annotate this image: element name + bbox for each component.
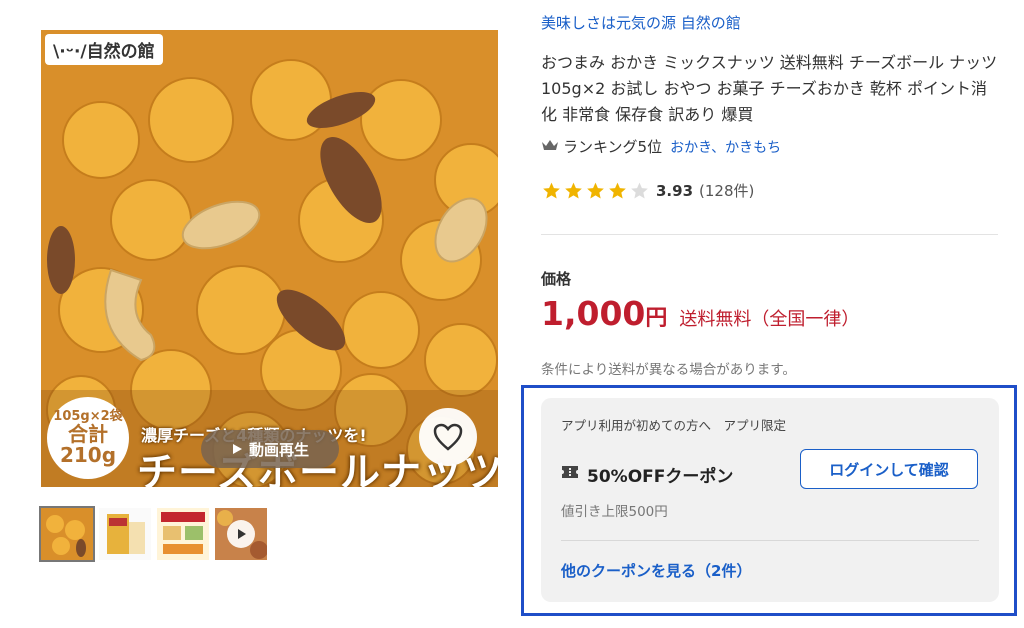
ranking-row: ランキング5位 おかき、かきもち bbox=[541, 136, 781, 157]
price-unit: 円 bbox=[645, 306, 668, 331]
play-video-button[interactable]: 動画再生 bbox=[201, 430, 339, 468]
shipping-note: 条件により送料が異なる場合があります。 bbox=[541, 362, 796, 378]
product-title: おつまみ おかき ミックスナッツ 送料無料 チーズボール ナッツ 105g×2 … bbox=[541, 53, 998, 124]
star-rating bbox=[541, 181, 650, 201]
play-video-label: 動画再生 bbox=[248, 440, 309, 459]
rating-row[interactable]: 3.93 (128件) bbox=[541, 180, 754, 201]
pack-size-badge: 105g×2袋 合計210g bbox=[47, 397, 129, 479]
product-main-image[interactable]: \·ᵕ·/自然の館 濃厚チーズと4種類のナッツを! チーズボールナッツ 105g… bbox=[41, 30, 498, 487]
star-icon bbox=[565, 182, 582, 198]
star-icon bbox=[543, 182, 560, 198]
star-icon bbox=[609, 182, 626, 198]
ranking-text: ランキング5位 bbox=[563, 138, 663, 156]
price-label: 価格 bbox=[541, 270, 572, 288]
thumbnail-strip bbox=[39, 506, 267, 562]
favorite-button[interactable] bbox=[419, 408, 477, 466]
play-icon bbox=[227, 520, 255, 548]
price-amount: 1,000 bbox=[541, 294, 646, 333]
star-icon bbox=[631, 182, 648, 198]
thumbnail-4-video[interactable] bbox=[215, 508, 267, 560]
brand-logo: \·ᵕ·/自然の館 bbox=[45, 34, 163, 65]
divider bbox=[541, 234, 998, 235]
shop-name-link[interactable]: 美味しさは元気の源 自然の館 bbox=[541, 12, 741, 33]
star-icon bbox=[587, 182, 604, 198]
crown-icon bbox=[541, 138, 559, 156]
price-row: 1,000 円 送料無料（全国一律） bbox=[541, 294, 859, 333]
highlight-frame bbox=[521, 385, 1017, 616]
pack-size-line2: 合計210g bbox=[59, 421, 117, 467]
thumbnail-3[interactable] bbox=[157, 508, 209, 560]
heart-outline-icon bbox=[433, 423, 463, 451]
play-icon bbox=[231, 443, 243, 455]
thumbnail-2[interactable] bbox=[99, 508, 151, 560]
review-count[interactable]: (128件) bbox=[699, 180, 754, 201]
ranking-category-link[interactable]: おかき、かきもち bbox=[670, 137, 781, 157]
shipping-info: 送料無料（全国一律） bbox=[679, 309, 860, 330]
thumbnail-1[interactable] bbox=[39, 506, 95, 562]
rating-score: 3.93 bbox=[656, 181, 694, 200]
